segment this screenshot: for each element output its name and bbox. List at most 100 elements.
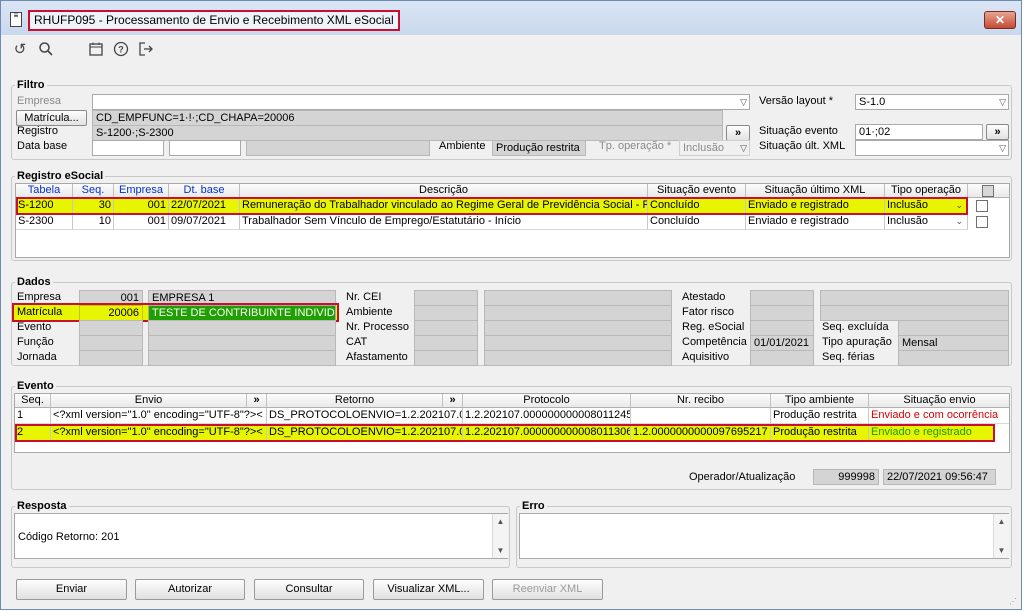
data-base-end-input[interactable]	[169, 140, 241, 156]
cell-protocolo: 1.2.202107.000000000008011245	[463, 408, 631, 424]
selected-row-outline	[16, 197, 968, 215]
evento-code-field	[79, 320, 143, 336]
erro-scrollbar[interactable]: ▲ ▼	[993, 514, 1009, 558]
col-header-retorno[interactable]: Retorno	[267, 394, 443, 408]
undo-icon[interactable]: ↺	[11, 41, 29, 59]
erro-title: Erro	[520, 500, 547, 512]
select-all-checkbox[interactable]	[982, 185, 994, 197]
tp-operacao-label: Tp. operação *	[599, 140, 672, 152]
col-header-seq[interactable]: Seq.	[15, 394, 51, 408]
operador-field: 999998	[813, 469, 879, 485]
atestado-label: Atestado	[682, 291, 726, 303]
window-title: RHUFP095 - Processamento de Envio e Rece…	[28, 10, 400, 31]
funcao-code-field	[79, 335, 143, 351]
col-header-empresa[interactable]: Empresa	[114, 184, 169, 198]
cell-seq: 1	[15, 408, 51, 424]
ambiente-filter-field: Produção restrita	[492, 140, 586, 156]
autorizar-button[interactable]: Autorizar	[135, 579, 245, 600]
search-icon[interactable]	[37, 41, 55, 59]
seq-ferias-label: Seq. férias	[822, 351, 875, 363]
registro-table: Tabela Seq. Empresa Dt. base Descrição S…	[15, 183, 1010, 258]
close-button[interactable]: ✕	[984, 11, 1016, 29]
ambiente-filter-label: Ambiente	[439, 140, 486, 152]
situacao-evento-lookup-button[interactable]: »	[986, 124, 1009, 140]
calendar-icon[interactable]	[87, 41, 105, 59]
main-window: ≡ RHUFP095 - Processamento de Envio e Re…	[0, 0, 1022, 610]
atestado-field	[750, 290, 814, 306]
row-checkbox[interactable]	[976, 216, 988, 228]
enviar-button[interactable]: Enviar	[16, 579, 127, 600]
scroll-up-icon[interactable]: ▲	[994, 514, 1009, 529]
cell-empresa: 001	[114, 214, 169, 230]
empresa-filter-label: Empresa	[17, 95, 62, 107]
empresa-filter-select[interactable]: ▽	[92, 94, 750, 110]
filtro-title: Filtro	[15, 79, 47, 91]
afastamento-label: Afastamento	[346, 351, 408, 363]
reg-esocial-field	[750, 320, 814, 336]
atualizacao-field: 22/07/2021 09:56:47	[883, 469, 996, 485]
resposta-text: Código Retorno: 201	[18, 531, 120, 543]
col-header-protocolo[interactable]: Protocolo	[463, 394, 631, 408]
ambiente-label: Ambiente	[346, 306, 393, 318]
col-header-situacao-evento[interactable]: Situação evento	[648, 184, 746, 198]
competencia-label: Competência	[682, 336, 747, 348]
operador-label: Operador/Atualização	[689, 471, 796, 483]
evento-title: Evento	[15, 380, 56, 392]
scroll-up-icon[interactable]: ▲	[493, 514, 508, 529]
evento-table: Seq. Envio » Retorno » Protocolo Nr. rec…	[14, 393, 1010, 453]
col-header-tipo-ambiente[interactable]: Tipo ambiente	[771, 394, 869, 408]
col-header-situacao-xml[interactable]: Situação último XML	[746, 184, 885, 198]
col-header-retorno-expand[interactable]: »	[443, 394, 463, 408]
col-header-select-all[interactable]	[968, 184, 1009, 198]
cell-tipo-operacao[interactable]: Inclusão ⌄	[885, 214, 968, 230]
afastamento-desc-field	[484, 350, 672, 366]
title-bar: ≡ RHUFP095 - Processamento de Envio e Re…	[1, 1, 1021, 35]
jornada-name-field	[148, 350, 336, 366]
resize-grip-icon[interactable]: ⋰	[1009, 597, 1019, 607]
col-header-envio[interactable]: Envio	[51, 394, 247, 408]
registro-lookup-button[interactable]: »	[726, 125, 750, 141]
ambiente-field	[414, 305, 478, 321]
resposta-textarea[interactable]: Código Retorno: 201 ▲ ▼	[14, 513, 508, 559]
row-checkbox[interactable]	[976, 200, 988, 212]
afastamento-field	[414, 350, 478, 366]
situacao-evento-input[interactable]: 01·;02	[855, 124, 983, 140]
erro-textarea[interactable]: ▲ ▼	[519, 513, 1009, 559]
competencia-field: 01/01/2021	[750, 335, 814, 351]
nr-cei-label: Nr. CEI	[346, 291, 382, 303]
chevron-down-icon: ⌄	[955, 216, 963, 226]
registro-filter-label: Registro	[17, 125, 58, 137]
nr-processo-field	[414, 320, 478, 336]
consultar-button[interactable]: Consultar	[254, 579, 364, 600]
nr-processo-desc-field	[484, 320, 672, 336]
jornada-code-field	[79, 350, 143, 366]
matricula-filter-field: CD_EMPFUNC=1·!·;CD_CHAPA=20006	[92, 110, 723, 126]
col-header-seq[interactable]: Seq.	[73, 184, 114, 198]
funcao-name-field	[148, 335, 336, 351]
data-base-label: Data base	[17, 140, 68, 152]
resposta-scrollbar[interactable]: ▲ ▼	[492, 514, 508, 558]
ambiente-desc-field	[484, 305, 672, 321]
col-header-dt-base[interactable]: Dt. base	[169, 184, 240, 198]
col-header-tabela[interactable]: Tabela	[16, 184, 73, 198]
cell-situacao-xml: Enviado e registrado	[746, 214, 885, 230]
col-header-nr-recibo[interactable]: Nr. recibo	[631, 394, 771, 408]
col-header-descricao[interactable]: Descrição	[240, 184, 648, 198]
situacao-xml-select[interactable]: ▽	[855, 140, 1009, 156]
scroll-down-icon[interactable]: ▼	[493, 543, 508, 558]
help-icon[interactable]: ?	[112, 41, 130, 59]
exit-icon[interactable]	[137, 41, 155, 59]
data-base-start-input[interactable]	[92, 140, 164, 156]
visualizar-xml-button[interactable]: Visualizar XML...	[373, 579, 484, 600]
cell-seq: 10	[73, 214, 114, 230]
col-header-tipo-operacao[interactable]: Tipo operação	[885, 184, 968, 198]
scroll-down-icon[interactable]: ▼	[994, 543, 1009, 558]
versao-layout-select[interactable]: S-1.0 ▽	[855, 94, 1009, 110]
fator-risco-desc-field	[820, 305, 1009, 321]
evento-label: Evento	[17, 321, 52, 333]
col-header-envio-expand[interactable]: »	[247, 394, 267, 408]
chevron-down-icon: ▽	[740, 97, 747, 107]
col-header-situacao-envio[interactable]: Situação envio	[869, 394, 1009, 408]
tp-operacao-select: Inclusão ▽	[679, 140, 750, 156]
jornada-label: Jornada	[17, 351, 57, 363]
